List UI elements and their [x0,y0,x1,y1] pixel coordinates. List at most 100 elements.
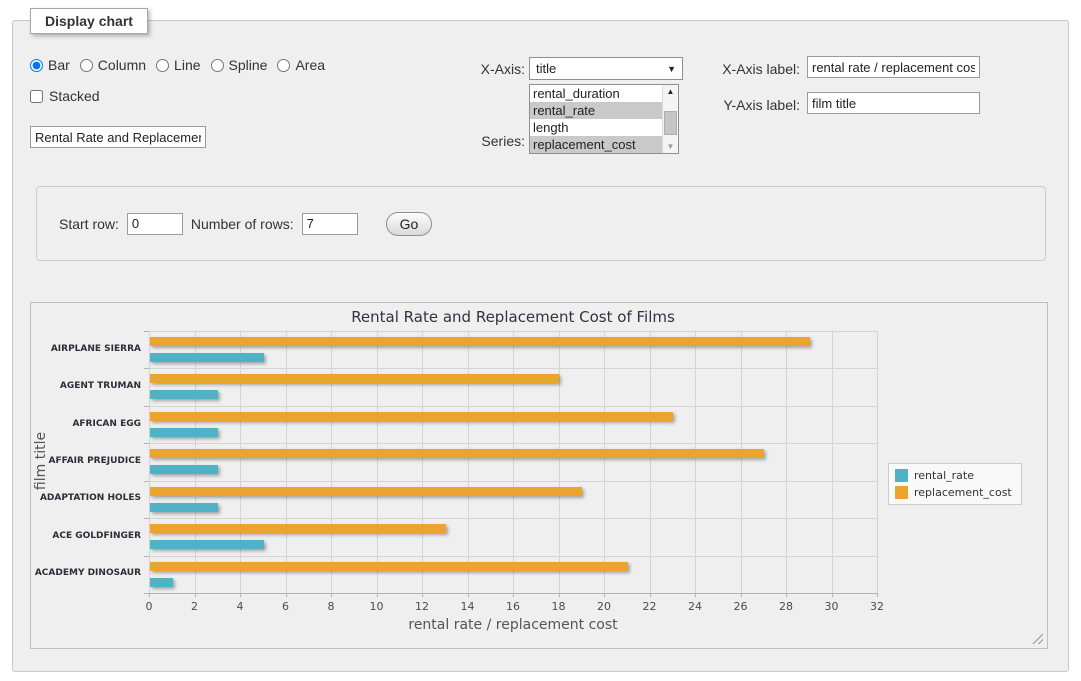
bar-rental_rate[interactable] [150,540,264,549]
stacked-label: Stacked [49,88,100,104]
chart-type-radio-line[interactable] [156,59,169,72]
x-tick-label: 30 [812,600,852,613]
chart-type-options: Bar Column Line Spline Area [30,57,335,73]
chart-type-radio-spline[interactable] [211,59,224,72]
series-option-replacement_cost[interactable]: replacement_cost [530,136,662,153]
x-tick-label: 18 [539,600,579,613]
series-scrollbar[interactable]: ▲ ▼ [662,85,678,153]
start-row-input[interactable] [127,213,183,235]
gridline-vertical [240,331,241,593]
x-tick-label: 6 [266,600,306,613]
chart-type-option-line[interactable]: Line [156,57,200,73]
x-tick-label: 12 [402,600,442,613]
series-option-rental_duration[interactable]: rental_duration [530,85,662,102]
go-button[interactable]: Go [386,212,433,236]
chart-title: Rental Rate and Replacement Cost of Film… [149,308,877,326]
x-tick-label: 16 [493,600,533,613]
series-option-length[interactable]: length [530,119,662,136]
y-axis-tick [144,518,149,519]
number-of-rows-input[interactable] [302,213,358,235]
x-tick-label: 28 [766,600,806,613]
stacked-checkbox-row[interactable]: Stacked [30,88,100,104]
x-axis-label-label: X-Axis label: [700,61,800,77]
y-axis-tick [144,406,149,407]
bar-replacement_cost[interactable] [150,449,764,458]
legend-swatch-rental_rate [895,469,908,482]
gridline-horizontal [149,556,877,557]
scroll-down-icon[interactable]: ▼ [663,140,678,153]
y-axis-tick [144,556,149,557]
x-tick-label: 4 [220,600,260,613]
bar-replacement_cost[interactable] [150,412,673,421]
y-axis-tick [144,481,149,482]
legend-item-replacement_cost[interactable]: replacement_cost [895,486,1012,499]
gridline-horizontal [149,443,877,444]
gridline-vertical [604,331,605,593]
number-of-rows-label: Number of rows: [191,216,294,232]
resize-handle[interactable] [1032,633,1043,644]
scrollbar-thumb[interactable] [664,111,677,135]
y-axis-label-label: Y-Axis label: [700,97,800,113]
x-axis-line [149,593,877,594]
chart-type-option-area[interactable]: Area [277,57,325,73]
x-tick-label: 26 [721,600,761,613]
bar-replacement_cost[interactable] [150,487,582,496]
bar-rental_rate[interactable] [150,578,173,587]
x-tick-label: 10 [357,600,397,613]
bar-rental_rate[interactable] [150,465,218,474]
gridline-horizontal [149,331,877,332]
legend-item-rental_rate[interactable]: rental_rate [895,469,1012,482]
bar-rental_rate[interactable] [150,390,218,399]
legend-label: rental_rate [914,469,974,482]
x-tick-label: 8 [311,600,351,613]
bar-replacement_cost[interactable] [150,374,559,383]
bar-replacement_cost[interactable] [150,524,446,533]
chart-type-label: Area [295,57,325,73]
chart-type-label: Column [98,57,146,73]
chart-type-label: Spline [229,57,268,73]
x-axis-tick [877,593,878,597]
x-tick-label: 2 [175,600,215,613]
gridline-horizontal [149,406,877,407]
category-label: AIRPLANE SIERRA [31,344,141,354]
chart-type-option-column[interactable]: Column [80,57,146,73]
series-option-rental_rate[interactable]: rental_rate [530,102,662,119]
chart-type-option-bar[interactable]: Bar [30,57,70,73]
bar-rental_rate[interactable] [150,353,264,362]
x-tick-label: 0 [129,600,169,613]
x-axis-select[interactable]: title ▼ [529,57,683,80]
scroll-up-icon[interactable]: ▲ [663,85,678,98]
x-axis-select-label: X-Axis: [445,61,525,77]
bar-rental_rate[interactable] [150,428,218,437]
gridline-vertical [786,331,787,593]
chart-type-radio-bar[interactable] [30,59,43,72]
gridline-vertical [422,331,423,593]
row-range-panel: Start row: Number of rows: Go [36,186,1046,261]
chart-title-input[interactable] [30,126,206,148]
x-tick-label: 14 [448,600,488,613]
bar-replacement_cost[interactable] [150,562,628,571]
gridline-horizontal [149,518,877,519]
x-axis-select-value: title [536,61,667,76]
x-tick-label: 24 [675,600,715,613]
x-axis-label-input[interactable] [807,56,980,78]
legend-swatch-replacement_cost [895,486,908,499]
chart-legend: rental_rate replacement_cost [888,463,1022,505]
series-select-label: Series: [445,133,525,149]
chart-type-radio-area[interactable] [277,59,290,72]
bar-rental_rate[interactable] [150,503,218,512]
gridline-vertical [832,331,833,593]
x-tick-label: 22 [630,600,670,613]
gridline-vertical [877,331,878,593]
chart-type-option-spline[interactable]: Spline [211,57,268,73]
y-axis-label-input[interactable] [807,92,980,114]
chevron-down-icon: ▼ [667,64,676,74]
gridline-vertical [741,331,742,593]
stacked-checkbox[interactable] [30,90,43,103]
category-label: AFRICAN EGG [31,419,141,429]
series-select[interactable]: rental_durationrental_ratelengthreplacem… [529,84,679,154]
bar-replacement_cost[interactable] [150,337,810,346]
y-axis-tick [144,368,149,369]
gridline-vertical [513,331,514,593]
chart-type-radio-column[interactable] [80,59,93,72]
